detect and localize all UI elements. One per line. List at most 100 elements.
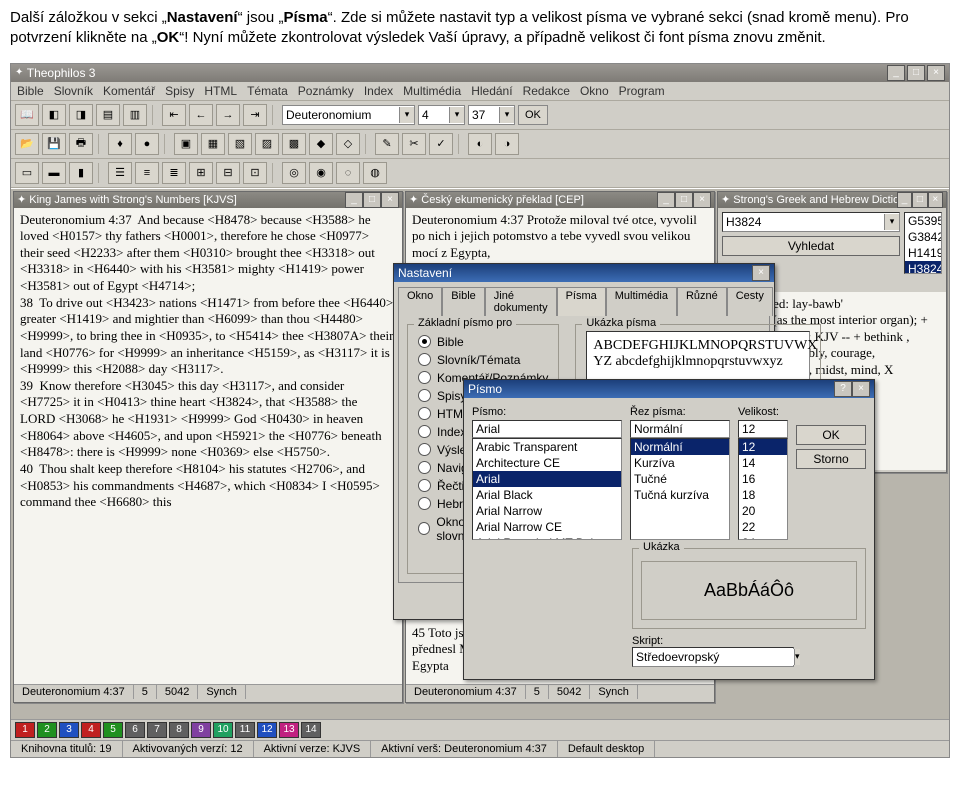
strong-input[interactable]: ▾	[722, 212, 900, 232]
font-style-input[interactable]	[630, 420, 730, 438]
menu-item[interactable]: Index	[364, 84, 393, 98]
menu-item[interactable]: Okno	[580, 84, 609, 98]
tab-multimedia[interactable]: Multimédia	[606, 287, 677, 316]
close-button[interactable]: ×	[927, 65, 945, 81]
radio-option[interactable]: Slovník/Témata	[418, 353, 548, 367]
desktop-button[interactable]: 3	[59, 722, 79, 738]
tab-bible[interactable]: Bible	[442, 287, 484, 316]
menu-item[interactable]: Spisy	[165, 84, 194, 98]
maximize-button[interactable]: □	[907, 65, 925, 81]
desktop-button[interactable]: 8	[169, 722, 189, 738]
tool-button[interactable]: ◇	[336, 133, 360, 155]
radio-icon[interactable]	[418, 335, 431, 348]
tool-button[interactable]: ▩	[282, 133, 306, 155]
app-titlebar[interactable]: ✦ Theophilos 3 _ □ ×	[11, 64, 949, 82]
tool-button[interactable]: ◑	[495, 133, 519, 155]
tool-button[interactable]: ◧	[42, 104, 66, 126]
menu-item[interactable]: Hledání	[471, 84, 512, 98]
maximize-button[interactable]: □	[675, 192, 693, 208]
list-item[interactable]: 14	[739, 455, 787, 471]
search-button[interactable]: Vyhledat	[722, 236, 900, 256]
list-item[interactable]: 22	[739, 519, 787, 535]
chevron-down-icon[interactable]: ▾	[499, 107, 514, 123]
radio-icon[interactable]	[418, 353, 431, 366]
list-item[interactable]: 20	[739, 503, 787, 519]
chevron-down-icon[interactable]: ▾	[794, 649, 800, 665]
list-item[interactable]: Kurzíva	[631, 455, 729, 471]
radio-icon[interactable]	[418, 522, 430, 535]
size-list[interactable]: 12141618202224	[738, 438, 788, 540]
tool-button[interactable]: ♦	[108, 133, 132, 155]
menu-item[interactable]: Redakce	[523, 84, 570, 98]
font-list[interactable]: Arabic TransparentArchitecture CEArialAr…	[472, 438, 622, 540]
font-name-input[interactable]	[472, 420, 622, 438]
tool-button[interactable]: ●	[135, 133, 159, 155]
desktop-button[interactable]: 14	[301, 722, 321, 738]
style-list[interactable]: NormálníKurzívaTučnéTučná kurzíva	[630, 438, 730, 540]
tab-ruzne[interactable]: Různé	[677, 287, 727, 316]
tool-button[interactable]: ▭	[15, 162, 39, 184]
tool-button[interactable]: ✓	[429, 133, 453, 155]
menu-item[interactable]: Komentář	[103, 84, 155, 98]
close-button[interactable]: ×	[852, 381, 870, 397]
chapter-combo[interactable]: ▾	[418, 105, 465, 125]
save-icon[interactable]: 💾	[42, 133, 66, 155]
menu-item[interactable]: Témata	[247, 84, 288, 98]
desktop-button[interactable]: 10	[213, 722, 233, 738]
close-button[interactable]: ×	[381, 192, 399, 208]
list-item[interactable]: 24	[739, 535, 787, 540]
script-combo[interactable]: ▾	[632, 647, 794, 667]
tab-cesty[interactable]: Cesty	[727, 287, 773, 316]
tool-button[interactable]: ▬	[42, 162, 66, 184]
chevron-down-icon[interactable]: ▾	[884, 214, 899, 230]
list-item[interactable]: 18	[739, 487, 787, 503]
menu-item[interactable]: HTML	[204, 84, 237, 98]
minimize-button[interactable]: _	[345, 192, 363, 208]
menu-item[interactable]: Bible	[17, 84, 44, 98]
tool-button[interactable]: ◎	[282, 162, 306, 184]
tool-button[interactable]: ▣	[174, 133, 198, 155]
tool-button[interactable]: ⊡	[243, 162, 267, 184]
child-titlebar[interactable]: ✦ Český ekumenický překlad [CEP] _□×	[406, 192, 714, 208]
tool-button[interactable]: ←	[189, 104, 213, 126]
radio-icon[interactable]	[418, 497, 431, 510]
child-titlebar[interactable]: ✦ King James with Strong's Numbers [KJVS…	[14, 192, 402, 208]
tool-button[interactable]: ◌	[336, 162, 360, 184]
desktop-button[interactable]: 1	[15, 722, 35, 738]
minimize-button[interactable]: _	[897, 192, 912, 208]
list-item[interactable]: Arial	[473, 471, 621, 487]
tool-button[interactable]: ✂	[402, 133, 426, 155]
close-button[interactable]: ×	[752, 265, 770, 281]
tool-button[interactable]: →	[216, 104, 240, 126]
desktop-button[interactable]: 12	[257, 722, 277, 738]
tool-button[interactable]: ◆	[309, 133, 333, 155]
tool-button[interactable]: ◍	[363, 162, 387, 184]
tool-button[interactable]: ▮	[69, 162, 93, 184]
go-button[interactable]: OK	[518, 105, 548, 125]
verse-combo[interactable]: ▾	[468, 105, 515, 125]
cancel-button[interactable]: Storno	[796, 449, 866, 469]
desktop-button[interactable]: 2	[37, 722, 57, 738]
child-titlebar[interactable]: ✦ Strong's Greek and Hebrew Dictionaries…	[718, 192, 946, 208]
tool-button[interactable]: ⊟	[216, 162, 240, 184]
tool-button[interactable]: ⊞	[189, 162, 213, 184]
list-item[interactable]: Arial Black	[473, 487, 621, 503]
tool-button[interactable]: ✎	[375, 133, 399, 155]
radio-icon[interactable]	[418, 389, 431, 402]
radio-icon[interactable]	[418, 425, 431, 438]
desktop-button[interactable]: 11	[235, 722, 255, 738]
strong-list[interactable]: G5395G3842H1419H3824	[904, 212, 942, 274]
radio-icon[interactable]	[418, 443, 431, 456]
radio-icon[interactable]	[418, 407, 431, 420]
minimize-button[interactable]: _	[887, 65, 905, 81]
desktop-button[interactable]: 5	[103, 722, 123, 738]
list-item[interactable]: Arial Narrow	[473, 503, 621, 519]
ok-button[interactable]: OK	[796, 425, 866, 445]
tool-button[interactable]: ▥	[123, 104, 147, 126]
list-item[interactable]: Architecture CE	[473, 455, 621, 471]
list-item[interactable]: Normální	[631, 439, 729, 455]
tool-button[interactable]: ☰	[108, 162, 132, 184]
desktop-button[interactable]: 7	[147, 722, 167, 738]
desktop-button[interactable]: 9	[191, 722, 211, 738]
list-item[interactable]: 16	[739, 471, 787, 487]
